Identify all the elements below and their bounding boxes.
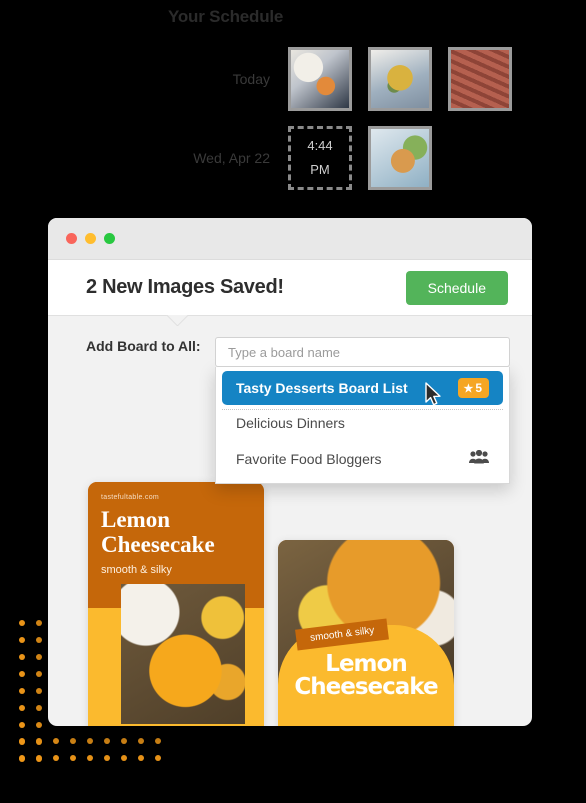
board-option-label: Delicious Dinners bbox=[236, 415, 345, 431]
pin-card-title: Lemon Cheesecake bbox=[101, 507, 264, 558]
pin-card-title: Lemon Cheesecake bbox=[278, 653, 454, 699]
group-people-icon bbox=[469, 449, 489, 468]
schedule-button[interactable]: Schedule bbox=[405, 270, 508, 305]
decorative-dot bbox=[155, 755, 161, 761]
food-thumb-salmon-peas bbox=[371, 129, 429, 187]
schedule-row-wed: Wed, Apr 22 4:44 PM bbox=[160, 126, 448, 190]
schedule-empty-slot[interactable]: 4:44 PM bbox=[288, 126, 352, 190]
decorative-dot bbox=[19, 654, 25, 660]
board-option-label: Favorite Food Bloggers bbox=[236, 451, 382, 467]
add-board-label: Add Board to All: bbox=[86, 338, 201, 354]
decorative-dot bbox=[104, 738, 110, 744]
board-option-tasty-desserts[interactable]: Tasty Desserts Board List ★ 5 bbox=[222, 371, 503, 410]
pin-card[interactable]: smooth & silky Lemon Cheesecake bbox=[278, 540, 454, 726]
decorative-dot bbox=[138, 755, 144, 761]
window-header: 2 New Images Saved! Schedule bbox=[48, 260, 532, 316]
pin-card-domain: tastefultable.com bbox=[101, 494, 160, 501]
decorative-dot bbox=[104, 755, 110, 761]
pin-card-title-line2: Cheesecake bbox=[101, 531, 215, 557]
board-option-favorite-food-bloggers[interactable]: Favorite Food Bloggers bbox=[222, 441, 503, 477]
maximize-button[interactable] bbox=[104, 233, 115, 244]
decorative-dot bbox=[36, 756, 42, 762]
status-badge: ★ 5 bbox=[458, 378, 489, 398]
decorative-dot bbox=[36, 688, 42, 694]
pin-card[interactable]: tastefultable.com Lemon Cheesecake smoot… bbox=[88, 482, 264, 726]
schedule-row-label: Wed, Apr 22 bbox=[193, 150, 270, 166]
decorative-dot bbox=[70, 738, 76, 744]
decorative-dot bbox=[121, 738, 127, 744]
schedule-row-label: Today bbox=[232, 71, 270, 87]
lemon-cheesecake-photo bbox=[121, 584, 245, 724]
star-icon: ★ bbox=[463, 382, 474, 395]
search-input[interactable] bbox=[215, 337, 510, 367]
decorative-dot bbox=[19, 620, 25, 626]
decorative-dot bbox=[36, 637, 42, 643]
decorative-dot bbox=[19, 722, 25, 728]
board-typeahead: Tasty Desserts Board List ★ 5 Delicious … bbox=[215, 337, 510, 484]
decorative-dot bbox=[36, 739, 42, 745]
decorative-dot bbox=[19, 671, 25, 677]
slot-time: 4:44 bbox=[307, 137, 333, 153]
mouse-cursor bbox=[425, 382, 443, 413]
decorative-dot bbox=[36, 705, 42, 711]
decorative-dot bbox=[19, 739, 25, 745]
decorative-dot bbox=[36, 738, 42, 744]
board-option-delicious-dinners[interactable]: Delicious Dinners bbox=[222, 405, 503, 441]
schedule-thumbnail[interactable] bbox=[368, 126, 432, 190]
food-thumb-bacon-asparagus bbox=[451, 50, 509, 108]
decorative-dot bbox=[19, 755, 25, 761]
schedule-thumbnail[interactable] bbox=[448, 47, 512, 111]
pin-card-subtitle: smooth & silky bbox=[101, 564, 172, 576]
schedule-panel: Your Schedule Today Wed, Apr 22 4:44 PM bbox=[0, 0, 586, 215]
schedule-title: Your Schedule bbox=[168, 7, 284, 26]
decorative-dot bbox=[155, 738, 161, 744]
decorative-dot bbox=[36, 722, 42, 728]
pin-card-title-line2: Cheesecake bbox=[294, 674, 438, 700]
board-dropdown-list: Tasty Desserts Board List ★ 5 Delicious … bbox=[215, 367, 510, 484]
schedule-thumbnail[interactable] bbox=[368, 47, 432, 111]
minimize-button[interactable] bbox=[85, 233, 96, 244]
slot-meridiem: PM bbox=[310, 162, 330, 177]
food-thumb-potato-salad bbox=[371, 50, 429, 108]
group-people-icon-svg bbox=[469, 449, 489, 464]
decorative-dot bbox=[53, 738, 59, 744]
decorative-dot bbox=[19, 705, 25, 711]
decorative-dot bbox=[19, 756, 25, 762]
food-thumb-carrots bbox=[291, 50, 349, 108]
decorative-dot bbox=[36, 620, 42, 626]
pin-card-image: tastefultable.com Lemon Cheesecake smoot… bbox=[88, 482, 264, 726]
window-titlebar bbox=[48, 218, 532, 260]
decorative-dot bbox=[121, 755, 127, 761]
badge-count: 5 bbox=[475, 381, 482, 395]
decorative-dot bbox=[36, 654, 42, 660]
pin-card-image: smooth & silky Lemon Cheesecake bbox=[278, 540, 454, 726]
decorative-dot bbox=[53, 755, 59, 761]
schedule-row-today: Today bbox=[160, 47, 528, 111]
pin-card-title-line1: Lemon bbox=[101, 507, 170, 532]
board-option-label: Tasty Desserts Board List bbox=[236, 380, 408, 396]
decorative-dot bbox=[87, 738, 93, 744]
pin-card-title-line1: Lemon bbox=[325, 651, 407, 677]
page-title: 2 New Images Saved! bbox=[86, 276, 284, 298]
decorative-dot bbox=[19, 688, 25, 694]
pin-card-list: tastefultable.com Lemon Cheesecake smoot… bbox=[88, 482, 454, 726]
decorative-dot bbox=[19, 637, 25, 643]
close-button[interactable] bbox=[66, 233, 77, 244]
decorative-dot bbox=[87, 755, 93, 761]
decorative-dot bbox=[138, 738, 144, 744]
decorative-dot bbox=[70, 755, 76, 761]
schedule-thumbnail[interactable] bbox=[288, 47, 352, 111]
decorative-dot bbox=[36, 671, 42, 677]
decorative-dot bbox=[19, 738, 25, 744]
decorative-dot bbox=[36, 755, 42, 761]
